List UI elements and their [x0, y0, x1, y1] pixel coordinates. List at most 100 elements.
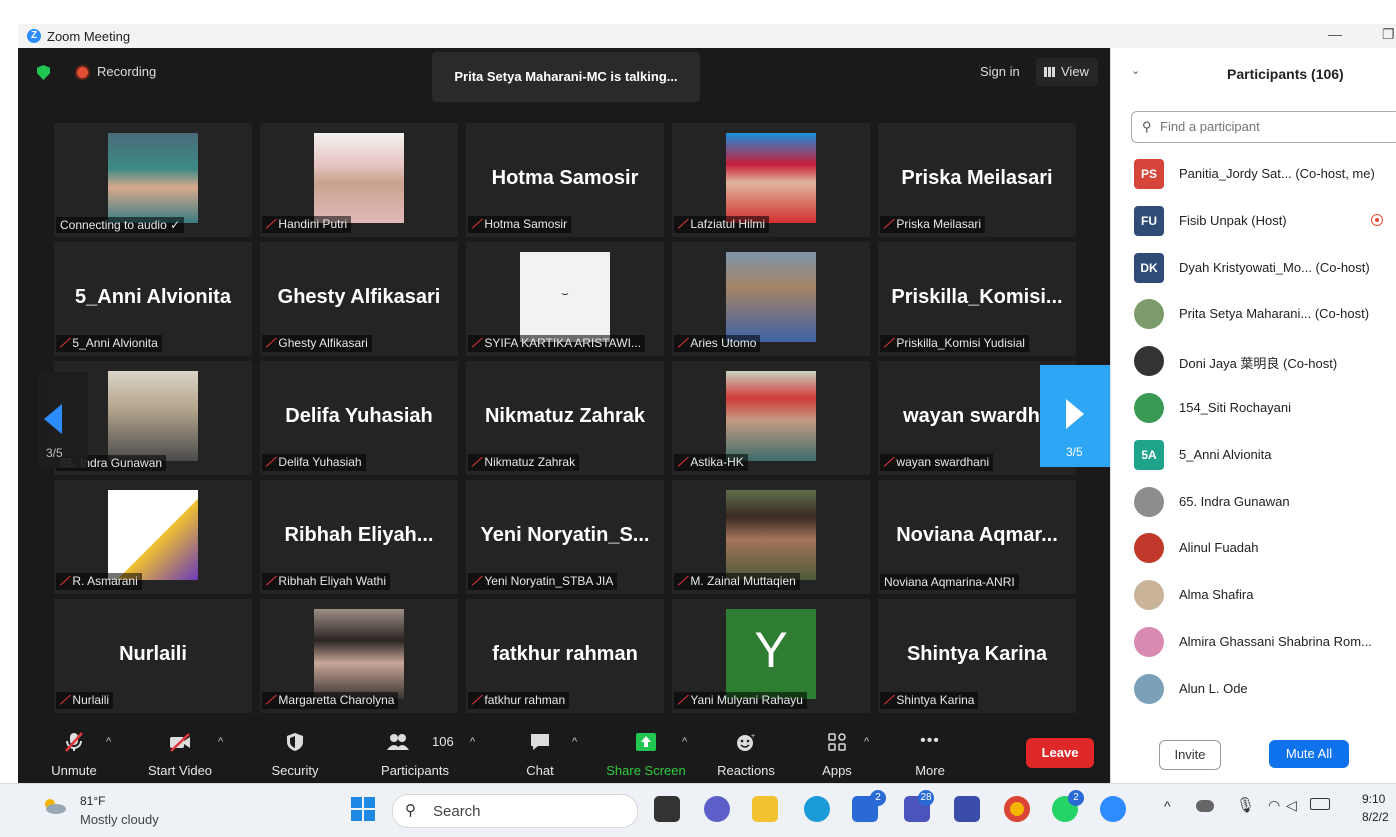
collapse-chevron-icon[interactable]: ⌄: [1131, 64, 1140, 77]
windows-start-icon[interactable]: [350, 796, 376, 822]
apps-caret-icon[interactable]: ^: [864, 736, 869, 748]
participant-name: 65. Indra Gunawan: [1179, 493, 1290, 509]
participant-row[interactable]: Alinul Fuadah: [1111, 524, 1396, 571]
video-tile[interactable]: Shintya Karina ⟋ Shintya Karina: [878, 599, 1076, 713]
encryption-shield-icon[interactable]: [37, 65, 50, 80]
participant-row[interactable]: PS Panitia_Jordy Sat... (Co-host, me): [1111, 150, 1396, 197]
previous-page-button[interactable]: 3/5: [38, 372, 88, 468]
editor-app-icon[interactable]: [954, 796, 980, 822]
participant-row[interactable]: FU Fisib Unpak (Host): [1111, 197, 1396, 244]
tile-label-text: Hotma Samosir: [484, 217, 568, 231]
weather-temperature[interactable]: 81°F: [80, 794, 105, 808]
video-tile[interactable]: Y ⟋ Yani Mulyani Rahayu: [672, 599, 870, 713]
task-view-icon[interactable]: [654, 796, 680, 822]
video-tile[interactable]: ⟋ Aries Utomo: [672, 242, 870, 356]
next-page-button[interactable]: 3/5: [1040, 365, 1110, 467]
participant-row[interactable]: Prita Setya Maharani... (Co-host): [1111, 290, 1396, 337]
video-tile[interactable]: ⟋ Margaretta Charolyna: [260, 599, 458, 713]
video-tile[interactable]: Ribhah Eliyah... ⟋ Ribhah Eliyah Wathi: [260, 480, 458, 594]
unmute-button[interactable]: Unmute: [34, 718, 114, 783]
chat-caret-icon[interactable]: ^: [572, 736, 577, 748]
view-button[interactable]: View: [1036, 58, 1098, 86]
participant-row[interactable]: Alun L. Ode: [1111, 665, 1396, 712]
sign-in-link[interactable]: Sign in: [980, 64, 1020, 79]
recording-label[interactable]: Recording: [97, 64, 156, 79]
tile-label-text: Nikmatuz Zahrak: [484, 455, 576, 469]
participant-row[interactable]: 154_Siti Rochayani: [1111, 384, 1396, 431]
video-tile[interactable]: Yeni Noryatin_S... ⟋ Yeni Noryatin_STBA JI…: [466, 480, 664, 594]
video-tile[interactable]: ⟋ R. Asmarani: [54, 480, 252, 594]
chat-app-icon[interactable]: [704, 796, 730, 822]
zoom-taskbar-icon[interactable]: [1100, 796, 1126, 822]
share-caret-icon[interactable]: ^: [682, 736, 687, 748]
participant-row[interactable]: 65. Indra Gunawan: [1111, 478, 1396, 525]
video-tile[interactable]: fatkhur rahman ⟋ fatkhur rahman: [466, 599, 664, 713]
tile-label-text: fatkhur rahman: [484, 693, 566, 707]
video-tile[interactable]: ⟋ Astika-HK: [672, 361, 870, 475]
security-shield-icon: [287, 733, 303, 751]
video-tile[interactable]: ⟋ Lafziatul Hilmi: [672, 123, 870, 237]
participant-name: 154_Siti Rochayani: [1179, 400, 1292, 415]
tile-name-label: ⟋ R. Asmarani: [56, 573, 142, 590]
video-tile[interactable]: Connecting to audio ✓: [54, 123, 252, 237]
file-explorer-icon[interactable]: [752, 796, 778, 822]
participant-photo: [108, 371, 198, 461]
edge-browser-icon[interactable]: [804, 796, 830, 822]
apps-button[interactable]: Apps: [814, 718, 860, 783]
video-tile[interactable]: ⌣ ⟋ SYIFA KARTIKA ARISTAWI...: [466, 242, 664, 356]
onedrive-cloud-icon[interactable]: [1196, 800, 1214, 812]
start-video-button[interactable]: Start Video: [136, 718, 224, 783]
participant-search-input[interactable]: [1158, 118, 1392, 135]
reactions-button[interactable]: + Reactions: [708, 718, 784, 783]
clock-time[interactable]: 9:10: [1362, 792, 1385, 806]
more-button[interactable]: ••• More: [906, 718, 954, 783]
chat-button[interactable]: Chat: [512, 718, 568, 783]
participant-name: Alinul Fuadah: [1179, 540, 1259, 556]
speaker-icon[interactable]: ◁: [1286, 797, 1297, 814]
video-tile[interactable]: 5_Anni Alvionita ⟋ 5_Anni Alvionita: [54, 242, 252, 356]
tile-label-text: Priskilla_Komisi Yudisial: [896, 336, 1025, 350]
tile-display-name: Priska Meilasari: [901, 167, 1053, 189]
video-tile[interactable]: Priska Meilasari ⟋ Priska Meilasari: [878, 123, 1076, 237]
clock-date[interactable]: 8/2/2: [1362, 810, 1389, 824]
video-tile[interactable]: ⟋ Handini Putri: [260, 123, 458, 237]
mute-all-button[interactable]: Mute All: [1269, 740, 1349, 768]
participants-caret-icon[interactable]: ^: [470, 736, 475, 748]
minimize-icon[interactable]: —: [1328, 26, 1342, 42]
participant-row[interactable]: DK Dyah Kristyowati_Mo... (Co-host): [1111, 244, 1396, 291]
leave-button[interactable]: Leave: [1026, 738, 1094, 768]
participants-button[interactable]: 106 Participants: [370, 718, 460, 783]
video-tile[interactable]: Hotma Samosir ⟋ Hotma Samosir: [466, 123, 664, 237]
video-tile[interactable]: Noviana Aqmar... Noviana Aqmarina-ANRI: [878, 480, 1076, 594]
microphone-tray-icon[interactable]: 🎙: [1236, 796, 1255, 814]
participant-search[interactable]: ⚲: [1131, 111, 1396, 143]
invite-button[interactable]: Invite: [1159, 740, 1221, 770]
meeting-top-bar: Recording Prita Setya Maharani-MC is tal…: [18, 48, 1110, 102]
participant-photo: [314, 133, 404, 223]
tray-overflow-chevron-icon[interactable]: ^: [1164, 798, 1171, 814]
participant-row[interactable]: 5A 5_Anni Alvionita: [1111, 431, 1396, 478]
video-tile[interactable]: Nikmatuz Zahrak ⟋ Nikmatuz Zahrak: [466, 361, 664, 475]
video-tile[interactable]: Delifa Yuhasiah ⟋ Delifa Yuhasiah: [260, 361, 458, 475]
video-tile[interactable]: Priskilla_Komisi... ⟋ Priskilla_Komisi Yud…: [878, 242, 1076, 356]
participant-row[interactable]: Alma Shafira: [1111, 571, 1396, 618]
restore-icon[interactable]: ❐: [1382, 26, 1395, 43]
battery-icon[interactable]: [1310, 798, 1330, 810]
active-speaker-banner: Prita Setya Maharani-MC is talking...: [432, 52, 700, 102]
share-screen-button[interactable]: Share Screen: [600, 718, 692, 783]
participant-row[interactable]: Doni Jaya 葉明良 (Co-host): [1111, 337, 1396, 384]
tile-name-label: ⟋ SYIFA KARTIKA ARISTAWI...: [468, 335, 645, 352]
video-tile[interactable]: ⟋ M. Zainal Muttaqien: [672, 480, 870, 594]
audio-options-caret-icon[interactable]: ^: [106, 736, 111, 748]
video-options-caret-icon[interactable]: ^: [218, 736, 223, 748]
video-tile[interactable]: Nurlaili ⟋ Nurlaili: [54, 599, 252, 713]
wifi-icon[interactable]: ◠: [1268, 797, 1280, 814]
taskbar-search-box[interactable]: ⚲ Search: [392, 794, 638, 828]
avatar: [1134, 627, 1164, 657]
chrome-icon[interactable]: [1004, 796, 1030, 822]
weather-description[interactable]: Mostly cloudy: [80, 812, 159, 827]
security-button[interactable]: Security: [258, 718, 332, 783]
participant-row[interactable]: Almira Ghassani Shabrina Rom...: [1111, 618, 1396, 665]
muted-mic-icon: ⟋: [472, 574, 481, 588]
video-tile[interactable]: Ghesty Alfikasari ⟋ Ghesty Alfikasari: [260, 242, 458, 356]
